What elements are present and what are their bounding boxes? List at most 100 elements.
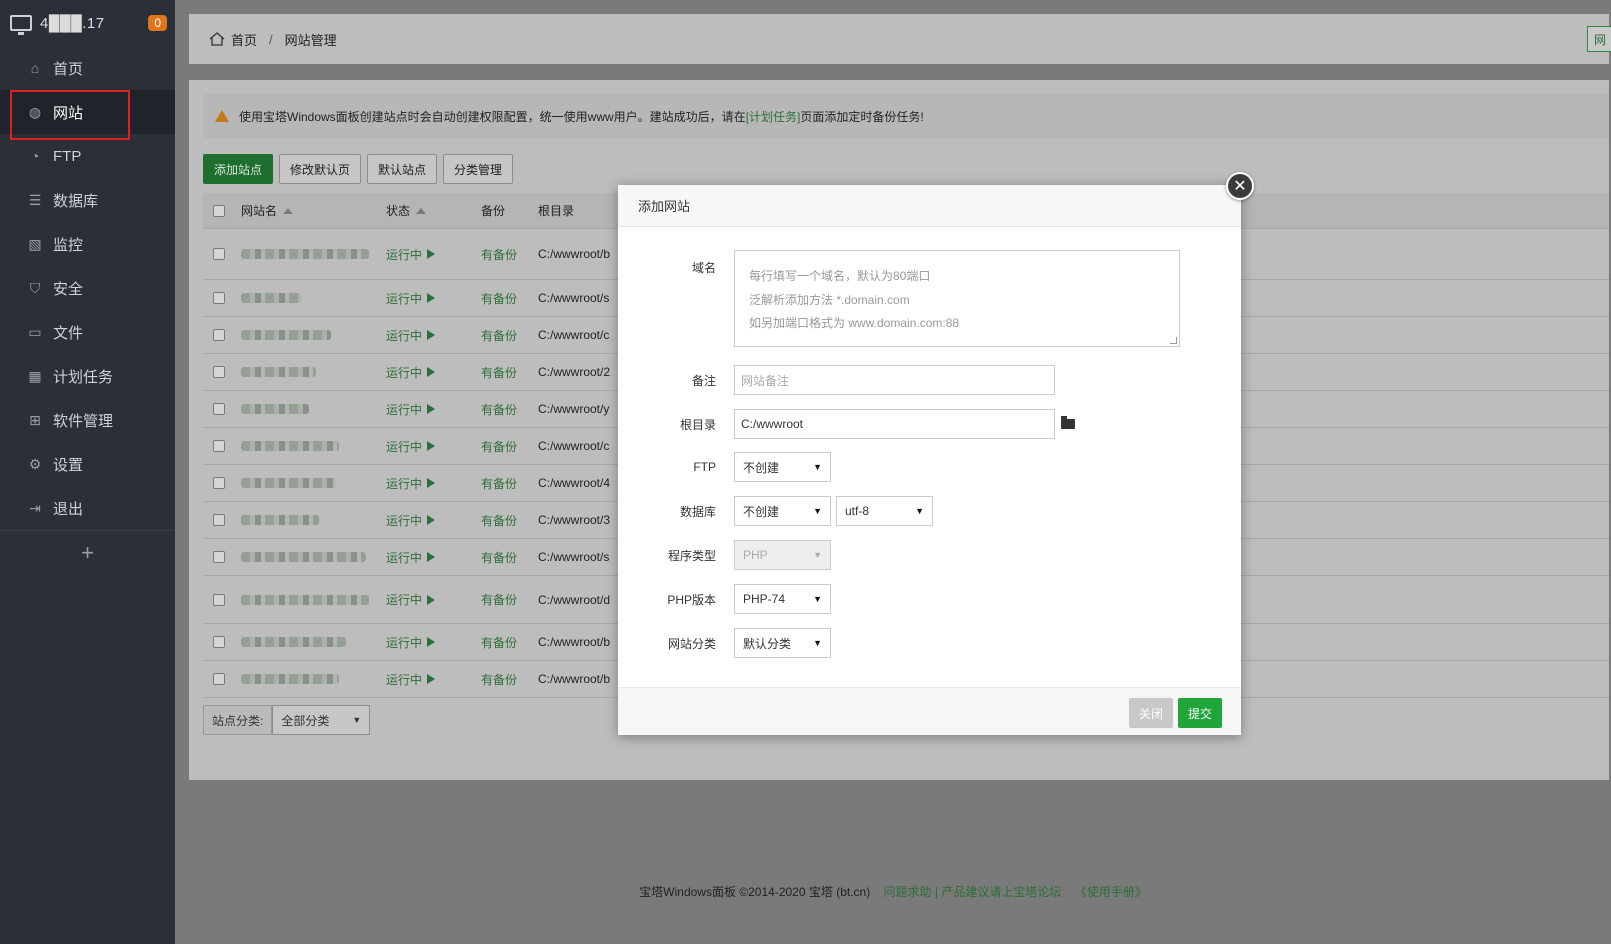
play-icon [427,441,436,451]
program-type-select: PHP ▼ [734,540,831,570]
database-icon: ☰ [28,192,42,208]
site-name-blurred[interactable] [241,637,346,647]
status-running[interactable]: 运行中 [376,475,471,492]
row-checkbox[interactable] [213,673,225,685]
status-running[interactable]: 运行中 [376,401,471,418]
add-menu-button[interactable]: + [0,530,175,574]
sidebar-item-label: 安全 [53,280,84,298]
breadcrumb: 首页 / 网站管理 网 [189,14,1611,64]
home-icon[interactable] [209,32,225,46]
root-input[interactable]: C:/wwwroot [734,409,1055,439]
folder-open-icon[interactable] [1061,416,1075,429]
dialog-footer: 关闭 提交 [618,687,1241,735]
backup-link[interactable]: 有备份 [471,327,528,344]
row-checkbox[interactable] [213,248,225,260]
status-running[interactable]: 运行中 [376,327,471,344]
category-manage-button[interactable]: 分类管理 [443,154,514,184]
ftp-label: FTP [693,460,716,474]
folder-icon: ▭ [28,324,42,340]
row-checkbox[interactable] [213,329,225,341]
row-checkbox[interactable] [213,514,225,526]
cron-link[interactable]: [计划任务] [746,108,801,125]
close-button[interactable]: 关闭 [1128,698,1173,728]
sidebar-item-monitor[interactable]: ▧ 监控 [0,222,175,266]
database-select[interactable]: 不创建 ▼ [734,496,831,526]
status-running[interactable]: 运行中 [376,246,471,263]
status-running[interactable]: 运行中 [376,634,471,651]
sidebar-item-software[interactable]: ⊞ 软件管理 [0,398,175,442]
row-checkbox[interactable] [213,636,225,648]
site-name-blurred[interactable] [241,367,316,377]
submit-button[interactable]: 提交 [1177,698,1222,728]
server-ip: 4███.17 [40,14,105,32]
modify-default-page-button[interactable]: 修改默认页 [279,154,362,184]
site-category-select[interactable]: 默认分类 ▼ [734,628,831,658]
site-name-blurred[interactable] [241,552,366,562]
backup-link[interactable]: 有备份 [471,512,528,529]
row-checkbox[interactable] [213,292,225,304]
add-site-dialog: ✕ 添加网站 域名 每行填写一个域名，默认为80端口 泛解析添加方法 *.dom… [618,172,1254,735]
row-checkbox[interactable] [213,366,225,378]
ftp-select[interactable]: 不创建 ▼ [734,452,831,482]
site-name-blurred[interactable] [241,674,339,684]
header-right-button[interactable]: 网 [1587,26,1611,52]
note-input[interactable]: 网站备注 [734,365,1055,395]
status-running[interactable]: 运行中 [376,549,471,566]
sidebar-item-logout[interactable]: ⇥ 退出 [0,486,175,530]
row-checkbox[interactable] [213,593,225,606]
sidebar-item-website[interactable]: ◍ 网站 [0,90,175,140]
status-running[interactable]: 运行中 [376,364,471,381]
default-site-button[interactable]: 默认站点 [367,154,438,184]
site-name-blurred[interactable] [241,249,369,259]
sidebar-item-security[interactable]: ⛉ 安全 [0,266,175,310]
row-checkbox[interactable] [213,551,225,563]
status-running[interactable]: 运行中 [376,591,471,608]
sidebar-item-label: 计划任务 [53,368,114,386]
backup-link[interactable]: 有备份 [471,549,528,566]
sidebar-item-ftp[interactable]: ◔ FTP [0,134,175,178]
backup-link[interactable]: 有备份 [471,364,528,381]
charset-select[interactable]: utf-8 ▼ [836,496,933,526]
category-filter-select[interactable]: 全部分类 ▼ [272,705,371,735]
site-name-blurred[interactable] [241,404,309,414]
site-name-blurred[interactable] [241,293,301,303]
row-checkbox[interactable] [213,440,225,452]
sidebar-item-settings[interactable]: ⚙ 设置 [0,442,175,486]
backup-link[interactable]: 有备份 [471,438,528,455]
backup-link[interactable]: 有备份 [471,671,528,688]
site-name-blurred[interactable] [241,441,339,451]
site-name-blurred[interactable] [241,478,336,488]
backup-link[interactable]: 有备份 [471,246,528,263]
sidebar-item-home[interactable]: ⌂ 首页 [0,46,175,90]
backup-link[interactable]: 有备份 [471,290,528,307]
play-icon [427,249,436,259]
col-status[interactable]: 状态 [376,202,471,219]
backup-link[interactable]: 有备份 [471,475,528,492]
footer-help-link[interactable]: 问题求助 | 产品建议请上宝塔论坛 [884,885,1062,899]
backup-link[interactable]: 有备份 [471,591,528,608]
row-checkbox[interactable] [213,477,225,489]
status-running[interactable]: 运行中 [376,671,471,688]
sidebar-item-database[interactable]: ☰ 数据库 [0,178,175,222]
notification-badge[interactable]: 0 [148,15,167,31]
site-name-blurred[interactable] [241,515,319,525]
site-name-blurred[interactable] [241,330,331,340]
status-running[interactable]: 运行中 [376,512,471,529]
backup-link[interactable]: 有备份 [471,634,528,651]
add-site-button[interactable]: 添加站点 [203,154,274,184]
status-running[interactable]: 运行中 [376,438,471,455]
row-checkbox[interactable] [213,403,225,415]
sidebar-item-cron[interactable]: ▦ 计划任务 [0,354,175,398]
footer-manual-link[interactable]: 《使用手册》 [1075,885,1147,899]
domain-textarea[interactable]: 每行填写一个域名，默认为80端口 泛解析添加方法 *.domain.com 如另… [734,250,1180,347]
status-running[interactable]: 运行中 [376,290,471,307]
site-name-blurred[interactable] [241,594,369,605]
breadcrumb-home[interactable]: 首页 [231,30,257,49]
backup-link[interactable]: 有备份 [471,401,528,418]
php-version-select[interactable]: PHP-74 ▼ [734,584,831,614]
close-icon[interactable]: ✕ [1226,172,1254,200]
col-name[interactable]: 网站名 [231,202,376,219]
select-all-checkbox[interactable] [213,204,225,217]
sidebar-item-files[interactable]: ▭ 文件 [0,310,175,354]
col-backup: 备份 [481,204,506,218]
